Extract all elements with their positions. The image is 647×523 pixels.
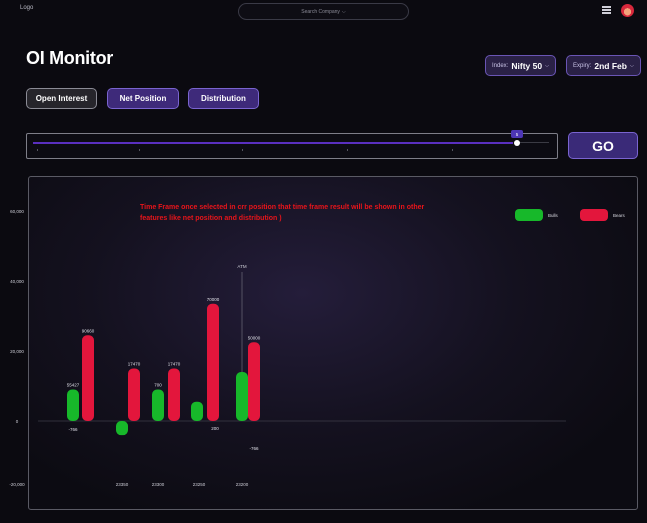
y-tick-label: 20,000 — [10, 349, 24, 354]
data-label: -766 — [68, 427, 78, 432]
data-label: 50000 — [248, 335, 261, 340]
legend-bears: Bears — [580, 209, 625, 221]
bears-bar — [168, 368, 180, 421]
y-tick-label: 0 — [16, 419, 19, 424]
bears-bar — [82, 335, 94, 421]
bears-bar — [207, 303, 219, 421]
legend-bulls-swatch — [515, 209, 543, 221]
data-label: 55427 — [67, 383, 80, 388]
data-label: 17470 — [168, 362, 181, 367]
data-label: 17470 — [128, 362, 141, 367]
oi-bar-chart: 60,000 40,000 20,000 0 -20,000 23350 23300 2325… — [9, 209, 566, 487]
x-tick-label: 23300 — [152, 482, 165, 487]
y-tick-label: -20,000 — [9, 482, 25, 487]
bulls-bar — [152, 389, 164, 421]
bulls-bar — [236, 372, 248, 421]
legend-bears-label: Bears — [613, 212, 625, 218]
bulls-bar — [67, 389, 79, 421]
bulls-bar — [191, 401, 203, 421]
x-tick-label: 23350 — [116, 482, 129, 487]
bears-bar — [248, 342, 260, 421]
legend-bulls: Bulls — [515, 209, 558, 221]
time-frame-note: Time Frame once selected in crr position… — [140, 204, 425, 222]
data-label: 700 — [154, 383, 162, 388]
data-label: -766 — [249, 446, 259, 451]
legend-bears-swatch — [580, 209, 608, 221]
x-tick-label: 23250 — [193, 482, 206, 487]
legend-bulls-label: Bulls — [548, 212, 558, 218]
y-tick-label: 40,000 — [10, 279, 24, 284]
bears-bar — [128, 368, 140, 421]
data-label: 90660 — [82, 328, 95, 333]
data-label: 200 — [211, 426, 219, 431]
data-label: 70000 — [207, 297, 220, 302]
x-tick-label: 23200 — [236, 482, 249, 487]
bulls-bar — [116, 421, 128, 436]
y-tick-label: 60,000 — [10, 209, 24, 214]
atm-label: ATM — [237, 264, 246, 269]
